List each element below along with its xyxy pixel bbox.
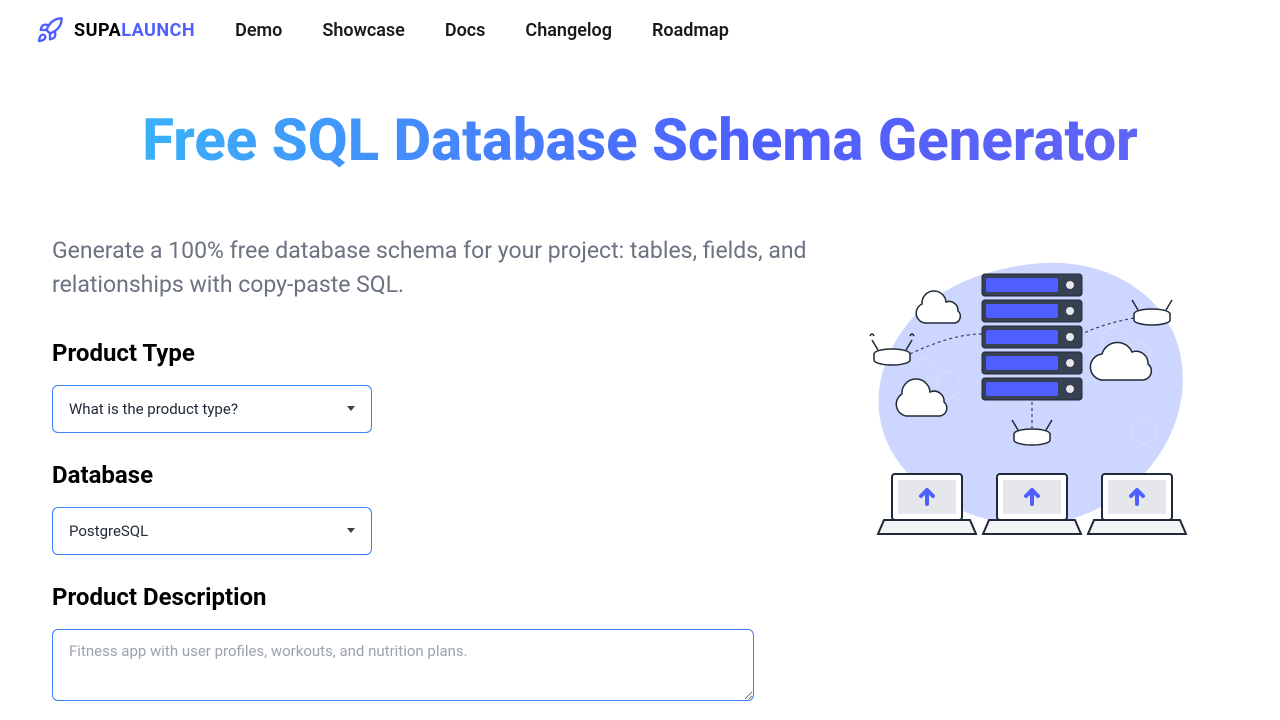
- nav-link-showcase[interactable]: Showcase: [322, 20, 405, 41]
- server-cloud-illustration: [852, 244, 1212, 554]
- nav-link-demo[interactable]: Demo: [235, 20, 282, 41]
- main: Free SQL Database Schema Generator Gener…: [0, 60, 1280, 705]
- brand-logo[interactable]: SUPALAUNCH: [36, 16, 195, 44]
- database-label: Database: [52, 461, 812, 489]
- nav-link-roadmap[interactable]: Roadmap: [652, 20, 729, 41]
- page-title: Free SQL Database Schema Generator: [52, 110, 1228, 174]
- product-type-select[interactable]: What is the product type?: [52, 385, 372, 433]
- navbar: SUPALAUNCH Demo Showcase Docs Changelog …: [0, 0, 1280, 60]
- caret-down-icon: [347, 528, 355, 533]
- form-column: Generate a 100% free database schema for…: [52, 234, 812, 705]
- nav-link-changelog[interactable]: Changelog: [525, 20, 612, 41]
- database-value: PostgreSQL: [69, 522, 148, 540]
- illustration-column: [842, 234, 1222, 705]
- caret-down-icon: [347, 406, 355, 411]
- database-select[interactable]: PostgreSQL: [52, 507, 372, 555]
- brand-part-2: LAUNCH: [121, 20, 195, 41]
- brand-text: SUPALAUNCH: [74, 20, 195, 41]
- product-type-label: Product Type: [52, 339, 812, 367]
- content-row: Generate a 100% free database schema for…: [52, 234, 1228, 705]
- rocket-icon: [36, 16, 64, 44]
- description-label: Product Description: [52, 583, 812, 611]
- subtitle: Generate a 100% free database schema for…: [52, 234, 812, 303]
- nav-link-docs[interactable]: Docs: [445, 20, 486, 41]
- description-textarea[interactable]: [52, 629, 754, 701]
- brand-part-1: SUPA: [74, 20, 121, 41]
- product-type-value: What is the product type?: [69, 400, 238, 418]
- nav-links: Demo Showcase Docs Changelog Roadmap: [235, 20, 729, 41]
